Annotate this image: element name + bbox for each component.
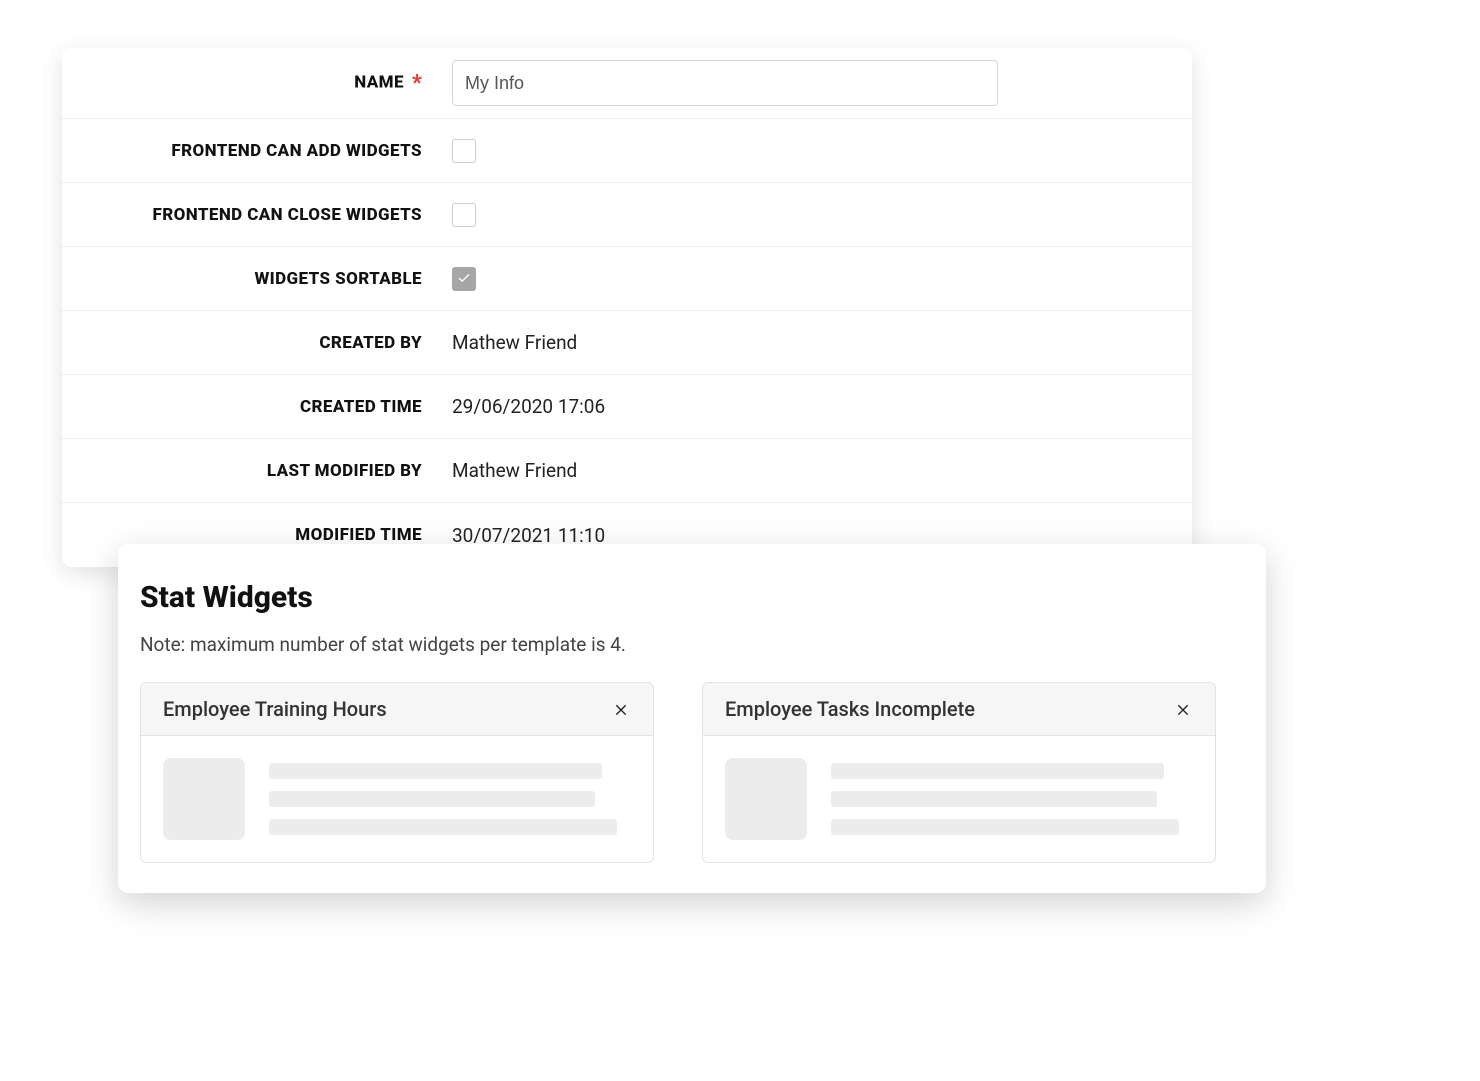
label-cell: FRONTEND CAN CLOSE WIDGETS — [62, 205, 440, 225]
label-cell: CREATED TIME — [62, 397, 440, 417]
stat-widgets-panel: Stat Widgets Note: maximum number of sta… — [118, 544, 1266, 893]
row-can-add-widgets: FRONTEND CAN ADD WIDGETS — [62, 119, 1192, 183]
row-created-by: CREATED BY Mathew Friend — [62, 311, 1192, 375]
row-last-modified-by: LAST MODIFIED BY Mathew Friend — [62, 439, 1192, 503]
row-widgets-sortable: WIDGETS SORTABLE — [62, 247, 1192, 311]
skeleton-line — [831, 819, 1179, 835]
value-cell — [440, 203, 1192, 227]
skeleton-thumb — [163, 758, 245, 840]
stat-widgets-title: Stat Widgets — [140, 580, 1244, 615]
label-cell: CREATED BY — [62, 333, 440, 353]
stat-cards-row: Employee Training Hours Employee Tasks I… — [140, 682, 1244, 863]
name-input[interactable] — [452, 60, 998, 106]
skeleton-lines — [269, 763, 631, 835]
row-created-time: CREATED TIME 29/06/2020 17:06 — [62, 375, 1192, 439]
skeleton-lines — [831, 763, 1193, 835]
stat-card-header: Employee Training Hours — [141, 683, 653, 736]
value-cell — [440, 60, 1192, 106]
name-label: NAME — [354, 72, 404, 92]
label-cell: FRONTEND CAN ADD WIDGETS — [62, 141, 440, 161]
label-cell: NAME * — [62, 71, 440, 96]
x-icon — [1175, 701, 1191, 717]
skeleton-line — [269, 763, 602, 779]
last-modified-by-value: Mathew Friend — [452, 459, 577, 482]
can-add-widgets-label: FRONTEND CAN ADD WIDGETS — [171, 141, 422, 161]
close-icon[interactable] — [611, 699, 631, 719]
widgets-sortable-label: WIDGETS SORTABLE — [254, 269, 422, 289]
skeleton-thumb — [725, 758, 807, 840]
last-modified-by-label: LAST MODIFIED BY — [267, 461, 422, 481]
stat-card: Employee Tasks Incomplete — [702, 682, 1216, 863]
skeleton-line — [831, 791, 1157, 807]
label-cell: LAST MODIFIED BY — [62, 461, 440, 481]
label-cell: WIDGETS SORTABLE — [62, 269, 440, 289]
value-cell — [440, 139, 1192, 163]
can-close-widgets-checkbox[interactable] — [452, 203, 476, 227]
value-cell — [440, 267, 1192, 291]
stat-card-title: Employee Tasks Incomplete — [725, 697, 975, 721]
stat-card-body — [703, 736, 1215, 862]
dashboard-template-form: NAME * FRONTEND CAN ADD WIDGETS FRONTEND… — [62, 48, 1192, 567]
skeleton-line — [831, 763, 1164, 779]
can-add-widgets-checkbox[interactable] — [452, 139, 476, 163]
skeleton-line — [269, 819, 617, 835]
stat-card-header: Employee Tasks Incomplete — [703, 683, 1215, 736]
close-icon[interactable] — [1173, 699, 1193, 719]
created-by-label: CREATED BY — [319, 333, 422, 353]
required-star-icon: * — [412, 71, 422, 96]
stat-widgets-note: Note: maximum number of stat widgets per… — [140, 633, 1244, 656]
row-can-close-widgets: FRONTEND CAN CLOSE WIDGETS — [62, 183, 1192, 247]
x-icon — [613, 701, 629, 717]
widgets-sortable-checkbox[interactable] — [452, 267, 476, 291]
stat-card-title: Employee Training Hours — [163, 697, 387, 721]
value-cell: 29/06/2020 17:06 — [440, 395, 1192, 418]
check-icon — [456, 271, 472, 287]
stat-card: Employee Training Hours — [140, 682, 654, 863]
created-time-value: 29/06/2020 17:06 — [452, 395, 605, 418]
created-by-value: Mathew Friend — [452, 331, 577, 354]
can-close-widgets-label: FRONTEND CAN CLOSE WIDGETS — [152, 205, 422, 225]
value-cell: Mathew Friend — [440, 459, 1192, 482]
skeleton-line — [269, 791, 595, 807]
value-cell: Mathew Friend — [440, 331, 1192, 354]
label-cell: MODIFIED TIME — [62, 525, 440, 545]
row-name: NAME * — [62, 48, 1192, 119]
stat-card-body — [141, 736, 653, 862]
created-time-label: CREATED TIME — [300, 397, 422, 417]
modified-time-label: MODIFIED TIME — [295, 525, 422, 545]
